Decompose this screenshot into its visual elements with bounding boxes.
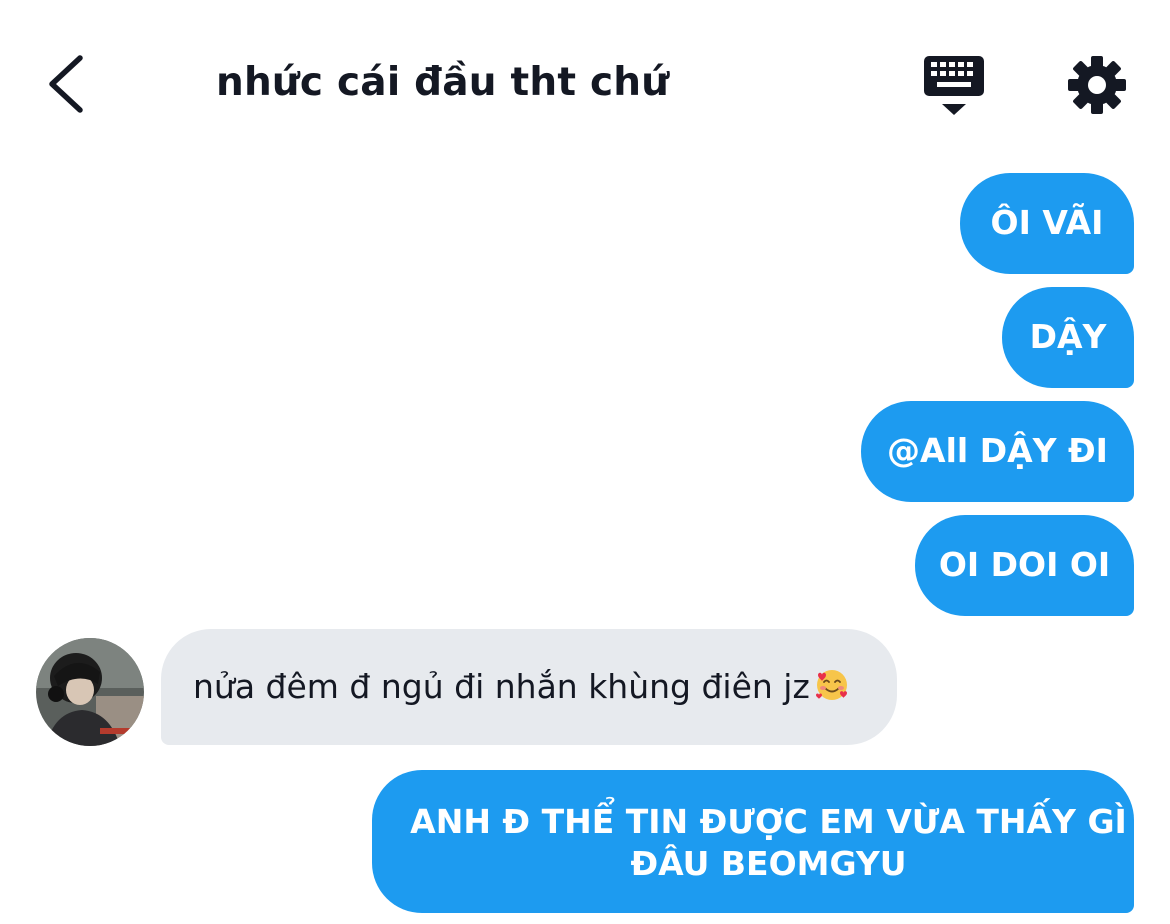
message-line: ĐÂU BEOMGYU (630, 844, 907, 883)
chevron-left-icon (49, 55, 83, 113)
keyboard-icon (924, 56, 984, 115)
chat-title: nhức cái đầu tht chứ (216, 60, 670, 105)
smiling-face-with-hearts-icon (815, 670, 847, 700)
outgoing-message[interactable]: @All DẬY ĐI (861, 401, 1134, 502)
incoming-message[interactable]: nửa đêm đ ngủ đi nhắn khùng điên jz (161, 629, 897, 745)
avatar[interactable] (36, 638, 144, 746)
back-button[interactable] (40, 50, 96, 120)
outgoing-message[interactable]: OI DOI OI (915, 515, 1134, 616)
outgoing-message[interactable]: ANH Đ THỂ TIN ĐƯỢC EM VỪA THẤY GÌ ĐÂU BE… (372, 770, 1134, 913)
gear-icon (1068, 56, 1126, 114)
settings-button[interactable] (1066, 54, 1128, 116)
message-line: ANH Đ THỂ TIN ĐƯỢC EM VỪA THẤY GÌ (410, 802, 1127, 841)
outgoing-message[interactable]: ÔI VÃI (960, 173, 1134, 274)
outgoing-message[interactable]: DẬY (1002, 287, 1134, 388)
keyboard-button[interactable] (920, 52, 988, 118)
incoming-message-text: nửa đêm đ ngủ đi nhắn khùng điên jz (193, 667, 810, 706)
